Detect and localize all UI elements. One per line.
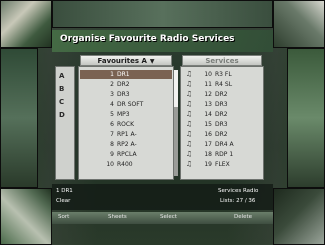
service-name: R4 SL bbox=[215, 81, 233, 88]
service-name: DR3 bbox=[215, 121, 228, 128]
service-name: DR4 A bbox=[215, 141, 234, 148]
service-row[interactable]: ♫ 19 FLEX bbox=[182, 160, 262, 169]
group-letter[interactable]: C bbox=[59, 98, 64, 106]
tab-services[interactable]: Services bbox=[182, 55, 262, 66]
background-thumbnail bbox=[52, 0, 273, 28]
favourite-name: MP3 bbox=[117, 111, 130, 118]
favourite-row[interactable]: 8 RP2 A- bbox=[80, 140, 172, 149]
service-name: DR3 bbox=[215, 101, 228, 108]
favourite-number: 3 bbox=[110, 91, 114, 98]
favourite-number: 8 bbox=[110, 141, 114, 148]
service-row[interactable]: ♫ 14 DR2 bbox=[182, 110, 262, 119]
sort-button[interactable]: Sort bbox=[58, 214, 69, 220]
service-number: 12 bbox=[204, 91, 212, 98]
service-number: 15 bbox=[204, 121, 212, 128]
favourite-name: DR SOFT bbox=[117, 101, 144, 108]
favourite-name: R400 bbox=[117, 161, 133, 168]
bell-icon: ♫ bbox=[185, 120, 193, 128]
service-number: 17 bbox=[204, 141, 212, 148]
favourite-number: 10 bbox=[106, 161, 114, 168]
current-service: 1 DR1 bbox=[56, 188, 73, 194]
service-number: 16 bbox=[204, 131, 212, 138]
scrollbar-thumb[interactable] bbox=[174, 70, 178, 107]
favourite-name: DR1 bbox=[117, 71, 130, 78]
favourite-row[interactable]: 3 DR3 bbox=[80, 90, 172, 99]
favourite-number: 9 bbox=[110, 151, 114, 158]
delete-button[interactable]: Delete bbox=[234, 214, 252, 220]
bell-icon: ♫ bbox=[185, 80, 193, 88]
favourite-number: 4 bbox=[110, 101, 114, 108]
bell-icon: ♫ bbox=[185, 130, 193, 138]
favourite-name: DR3 bbox=[117, 91, 130, 98]
favourite-row[interactable]: 2 DR2 bbox=[80, 80, 172, 89]
favourite-row[interactable]: 9 RPCLA bbox=[80, 150, 172, 159]
favourite-row[interactable]: 1 DR1 bbox=[80, 70, 172, 79]
bell-icon: ♫ bbox=[185, 90, 193, 98]
favourite-name: RP1 A- bbox=[117, 131, 137, 138]
bell-icon: ♫ bbox=[185, 140, 193, 148]
favourite-row[interactable]: 5 MP3 bbox=[80, 110, 172, 119]
service-number: 18 bbox=[204, 151, 212, 158]
service-row[interactable]: ♫ 12 DR2 bbox=[182, 90, 262, 99]
group-letter[interactable]: A bbox=[59, 72, 64, 80]
bell-icon: ♫ bbox=[185, 100, 193, 108]
service-type: Services Radio bbox=[218, 188, 259, 194]
thumbnail-middle-left bbox=[0, 48, 38, 188]
service-row[interactable]: ♫ 16 DR2 bbox=[182, 130, 262, 139]
service-row[interactable]: ♫ 15 DR3 bbox=[182, 120, 262, 129]
thumbnail-middle-right bbox=[287, 48, 325, 188]
bell-icon: ♫ bbox=[185, 70, 193, 78]
service-number: 19 bbox=[204, 161, 212, 168]
service-name: DR2 bbox=[215, 111, 228, 118]
favourite-name: ROCK bbox=[117, 121, 135, 128]
service-name: DR2 bbox=[215, 91, 228, 98]
service-row[interactable]: ♫ 17 DR4 A bbox=[182, 140, 262, 149]
service-number: 14 bbox=[204, 111, 212, 118]
thumbnail-top-left bbox=[0, 0, 52, 48]
thumbnail-bottom-right bbox=[273, 188, 325, 245]
service-row[interactable]: ♫ 11 R4 SL bbox=[182, 80, 262, 89]
service-row[interactable]: ♫ 10 R3 FL bbox=[182, 70, 262, 79]
favourite-number: 1 bbox=[110, 71, 114, 78]
service-name: R3 FL bbox=[215, 71, 232, 78]
sheets-button[interactable]: Sheets bbox=[108, 214, 127, 220]
service-number: 11 bbox=[204, 81, 212, 88]
page-title: Organise Favourite Radio Services bbox=[60, 34, 235, 44]
favourite-number: 5 bbox=[110, 111, 114, 118]
service-number: 13 bbox=[204, 101, 212, 108]
service-name: RDP 1 bbox=[215, 151, 234, 158]
favourite-row[interactable]: 7 RP1 A- bbox=[80, 130, 172, 139]
select-button[interactable]: Select bbox=[160, 214, 177, 220]
service-row[interactable]: ♫ 18 RDP 1 bbox=[182, 150, 262, 159]
thumbnail-top-right bbox=[273, 0, 325, 48]
group-letter-panel bbox=[55, 66, 75, 180]
tab-favourites[interactable]: Favourites A ▼ bbox=[80, 55, 172, 66]
service-row[interactable]: ♫ 13 DR3 bbox=[182, 100, 262, 109]
thumbnail-bottom-left bbox=[0, 188, 52, 245]
favourite-name: RPCLA bbox=[117, 151, 137, 158]
scrollbar[interactable] bbox=[174, 70, 178, 176]
favourite-number: 6 bbox=[110, 121, 114, 128]
favourite-row[interactable]: 6 ROCK bbox=[80, 120, 172, 129]
service-name: FLEX bbox=[215, 161, 230, 168]
clear-label: Clear bbox=[56, 198, 71, 204]
service-name: DR2 bbox=[215, 131, 228, 138]
group-letter[interactable]: B bbox=[59, 85, 64, 93]
group-letter[interactable]: D bbox=[59, 111, 65, 119]
favourite-row[interactable]: 10 R400 bbox=[80, 160, 172, 169]
list-count: Lists: 27 / 36 bbox=[220, 198, 256, 204]
bell-icon: ♫ bbox=[185, 150, 193, 158]
favourite-name: DR2 bbox=[117, 81, 130, 88]
favourite-number: 7 bbox=[110, 131, 114, 138]
service-number: 10 bbox=[204, 71, 212, 78]
bell-icon: ♫ bbox=[185, 160, 193, 168]
bell-icon: ♫ bbox=[185, 110, 193, 118]
favourite-row[interactable]: 4 DR SOFT bbox=[80, 100, 172, 109]
tab-services-label: Services bbox=[205, 57, 239, 65]
favourite-name: RP2 A- bbox=[117, 141, 137, 148]
favourite-number: 2 bbox=[110, 81, 114, 88]
tab-favourites-label: Favourites A bbox=[97, 57, 147, 65]
